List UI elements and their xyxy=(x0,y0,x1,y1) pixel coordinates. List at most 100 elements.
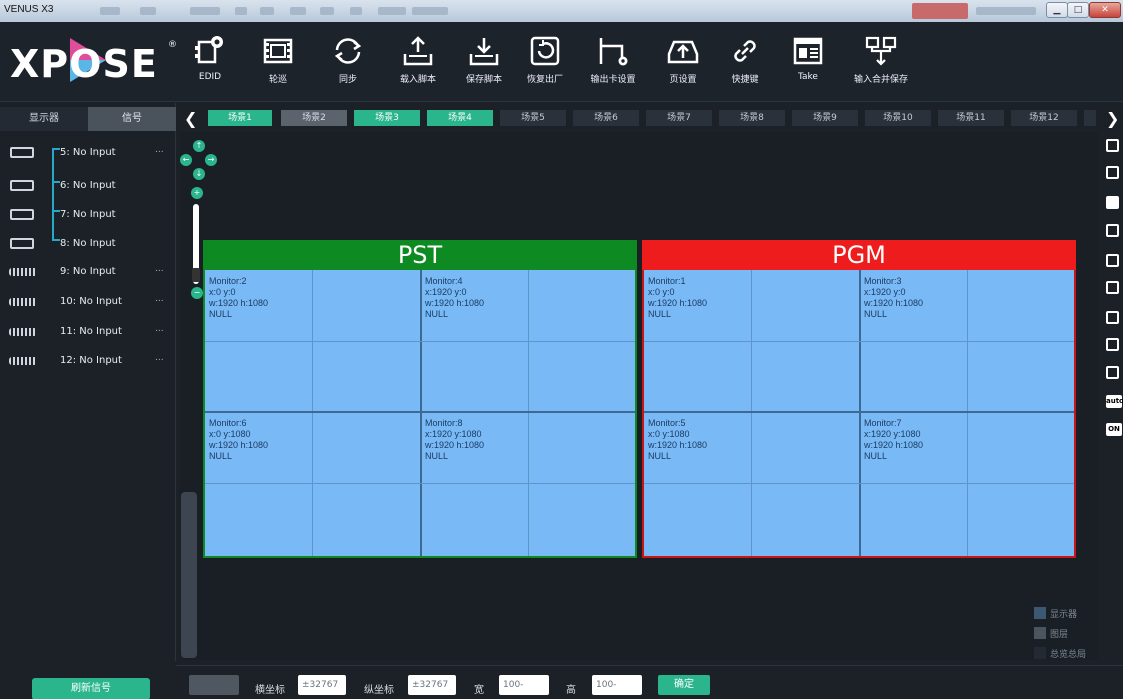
pan-right-button[interactable]: → xyxy=(205,154,217,166)
title-blur xyxy=(378,7,406,15)
signal-item[interactable]: 9: No Input ... xyxy=(0,260,176,286)
patrol-button[interactable]: 轮巡 xyxy=(248,32,308,96)
monitor-info[interactable]: Monitor:7 x:1920 y:1080 w:1920 h:1080 NU… xyxy=(864,418,923,462)
edit-image-icon[interactable] xyxy=(1106,281,1119,294)
scene-tab[interactable]: 场景6 xyxy=(573,110,639,126)
signal-item[interactable]: 11: No Input ... xyxy=(0,320,176,346)
scene-next-arrow[interactable]: ❯ xyxy=(1106,109,1119,128)
edid-button[interactable]: EDID xyxy=(180,32,240,96)
logo-registered: ® xyxy=(168,40,177,50)
scene-tab-overflow[interactable] xyxy=(1084,110,1096,126)
legend-swatch-layer xyxy=(1034,627,1046,639)
signal-item[interactable]: 6: No Input xyxy=(0,174,176,200)
monitor-info[interactable]: Monitor:3 x:1920 y:0 w:1920 h:1080 NULL xyxy=(864,276,923,320)
signal-item[interactable]: 8: No Input xyxy=(0,232,176,258)
toolbar: XPOSE ® EDID 轮巡 同步 载入脚本 保存脚本 恢复出厂 输出卡设置 … xyxy=(0,22,1123,102)
scene-tab[interactable]: 场景8 xyxy=(719,110,785,126)
pan-up-button[interactable]: ↑ xyxy=(193,140,205,152)
monitor-icon[interactable] xyxy=(1106,196,1119,209)
signal-item[interactable]: 5: No Input ... xyxy=(0,141,176,167)
signal-more[interactable]: ... xyxy=(155,353,164,363)
tab-signal[interactable]: 信号 xyxy=(88,107,176,131)
scene-prev-arrow[interactable]: ❮ xyxy=(184,109,197,128)
take-button[interactable]: Take xyxy=(778,32,838,96)
scene-tab[interactable]: 场景9 xyxy=(792,110,858,126)
shortcut-button[interactable]: 快捷键 xyxy=(715,32,775,96)
signal-item[interactable]: 10: No Input ... xyxy=(0,290,176,316)
signal-more[interactable]: ... xyxy=(155,264,164,274)
title-blur xyxy=(140,7,156,15)
scene-tab[interactable]: 场景10 xyxy=(865,110,931,126)
load-script-button[interactable]: 载入脚本 xyxy=(388,32,448,96)
legend-layer: 图层 xyxy=(1050,630,1069,640)
y-coordinate-input[interactable]: ±32767 xyxy=(408,675,456,695)
hdmi-icon xyxy=(10,209,34,220)
toolbar-label: 保存脚本 xyxy=(465,75,502,85)
monitor-info[interactable]: Monitor:1 x:0 y:0 w:1920 h:1080 NULL xyxy=(648,276,707,320)
signal-more[interactable]: ... xyxy=(155,294,164,304)
scene-tab[interactable]: 场景12 xyxy=(1011,110,1077,126)
image-icon[interactable] xyxy=(1106,254,1119,267)
pgm-screen-grid[interactable]: Monitor:1 x:0 y:0 w:1920 h:1080 NULL Mon… xyxy=(642,270,1076,558)
scene-tab[interactable]: 场景1 xyxy=(208,110,272,126)
name-input[interactable] xyxy=(189,675,239,695)
window-icon[interactable] xyxy=(1106,166,1119,179)
scene-tab[interactable]: 场景4 xyxy=(427,110,493,126)
signal-item[interactable]: 7: No Input xyxy=(0,203,176,229)
vertical-scrollbar[interactable] xyxy=(181,492,197,658)
hdmi-icon xyxy=(10,180,34,191)
title-blur xyxy=(290,7,306,15)
signal-item[interactable]: 12: No Input ... xyxy=(0,349,176,375)
x-coordinate-label: 横坐标 xyxy=(255,685,285,696)
zoom-slider-handle[interactable] xyxy=(192,268,200,282)
scene-tab[interactable]: 场景5 xyxy=(500,110,566,126)
output-card-settings-button[interactable]: 输出卡设置 xyxy=(583,32,643,96)
signal-more[interactable]: ... xyxy=(155,145,164,155)
monitor-info[interactable]: Monitor:5 x:0 y:1080 w:1920 h:1080 NULL xyxy=(648,418,707,462)
display-icon[interactable] xyxy=(1106,139,1119,152)
minimize-button[interactable]: ▁ xyxy=(1046,2,1068,18)
pan-left-button[interactable]: ← xyxy=(180,154,192,166)
close-button[interactable]: ✕ xyxy=(1089,2,1121,18)
monitor-position: x:0 y:1080 xyxy=(209,429,251,439)
grid-line xyxy=(205,341,635,342)
scene-tab[interactable]: 场景7 xyxy=(646,110,712,126)
copy-icon[interactable] xyxy=(1106,338,1119,351)
confirm-button[interactable]: 确定 xyxy=(658,675,710,695)
screen-icon[interactable] xyxy=(1106,224,1119,237)
maximize-button[interactable]: □ xyxy=(1067,2,1089,18)
page-setup-button[interactable]: 页设置 xyxy=(653,32,713,96)
power-on-icon[interactable]: ON xyxy=(1106,423,1122,436)
refresh-signal-button[interactable]: 刷新信号 xyxy=(32,678,150,699)
zoom-in-button[interactable]: + xyxy=(191,187,203,199)
height-input[interactable]: 100-65535 xyxy=(592,675,642,695)
grid-line xyxy=(205,411,635,413)
file-icon[interactable] xyxy=(1106,366,1119,379)
toolbar-label: 快捷键 xyxy=(731,75,759,85)
width-input[interactable]: 100-65535 xyxy=(499,675,549,695)
monitor-info[interactable]: Monitor:6 x:0 y:1080 w:1920 h:1080 NULL xyxy=(209,418,268,462)
auto-icon[interactable]: auto xyxy=(1106,395,1123,408)
tab-display[interactable]: 显示器 xyxy=(0,107,88,131)
pan-down-button[interactable]: ↓ xyxy=(193,168,205,180)
scene-tab[interactable]: 场景3 xyxy=(354,110,420,126)
zoom-out-button[interactable]: − xyxy=(191,287,203,299)
factory-reset-button[interactable]: 恢复出厂 xyxy=(515,32,575,96)
monitor-source: NULL xyxy=(425,309,449,319)
x-coordinate-input[interactable]: ±32767 xyxy=(298,675,346,695)
monitor-name: Monitor:5 xyxy=(648,418,686,428)
input-merge-save-button[interactable]: 输入合并保存 xyxy=(846,32,916,96)
signal-more[interactable]: ... xyxy=(155,324,164,334)
save-script-button[interactable]: 保存脚本 xyxy=(454,32,514,96)
monitor-size: w:1920 h:1080 xyxy=(425,440,485,450)
signal-label: 7: No Input xyxy=(60,209,116,220)
card-settings-icon xyxy=(599,38,628,66)
pst-screen-grid[interactable]: Monitor:2 x:0 y:0 w:1920 h:1080 NULL Mon… xyxy=(203,270,637,558)
scene-tab[interactable]: 场景2 xyxy=(281,110,347,126)
monitor-info[interactable]: Monitor:8 x:1920 y:1080 w:1920 h:1080 NU… xyxy=(425,418,484,462)
monitor-info[interactable]: Monitor:2 x:0 y:0 w:1920 h:1080 NULL xyxy=(209,276,268,320)
monitor-info[interactable]: Monitor:4 x:1920 y:0 w:1920 h:1080 NULL xyxy=(425,276,484,320)
sync-button[interactable]: 同步 xyxy=(318,32,378,96)
close-box-icon[interactable] xyxy=(1106,311,1119,324)
scene-tab[interactable]: 场景11 xyxy=(938,110,1004,126)
